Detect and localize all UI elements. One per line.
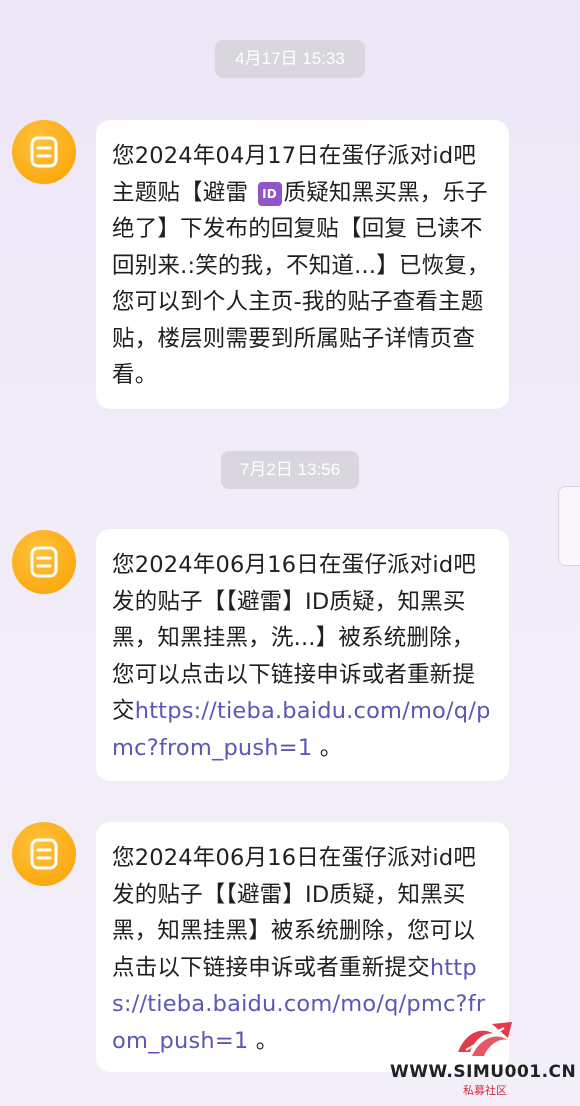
message-bubble[interactable]: 您2024年06月16日在蛋仔派对id吧发的贴子【【避雷】ID质疑，知黑买黑，知… [96,529,509,781]
timestamp-text: 7月2日 13:56 [239,460,341,479]
watermark-site: WWW.SIMU001.CN [390,1062,577,1082]
notice-document-icon [30,136,58,168]
side-scroll-handle[interactable] [558,486,580,566]
sender-avatar[interactable] [12,822,76,886]
message-suffix: 。 [248,1027,279,1054]
id-emoji-icon: ID [257,181,282,206]
appeal-link[interactable]: https://tieba.baidu.com/mo/q/pmc?from_pu… [112,698,491,761]
timestamp-text: 4月17日 15:33 [235,49,345,68]
message-text: 质疑知黑买黑，乐子绝了】下发布的回复贴【回复 已读不回别来.:笑的我，不知道..… [112,179,490,389]
notice-document-icon [30,838,58,870]
sender-avatar[interactable] [12,530,76,594]
watermark-sub: 私募社区 [463,1084,507,1097]
watermark-logo [458,1022,512,1056]
notice-document-icon [30,546,58,578]
timestamp-pill: 4月17日 15:33 [215,40,365,78]
message-bubble[interactable]: 您2024年04月17日在蛋仔派对id吧主题贴【避雷 ID 质疑知黑买黑，乐子绝了… [96,120,509,409]
sender-avatar[interactable] [12,120,76,184]
message-text: 您2024年06月16日在蛋仔派对id吧发的贴子【【避雷】ID质疑，知黑买黑，知… [112,845,477,981]
message-suffix: 。 [312,734,343,761]
timestamp-pill: 7月2日 13:56 [221,451,359,489]
site-watermark: WWW.SIMU001.CN 私募社区 [390,1016,576,1100]
